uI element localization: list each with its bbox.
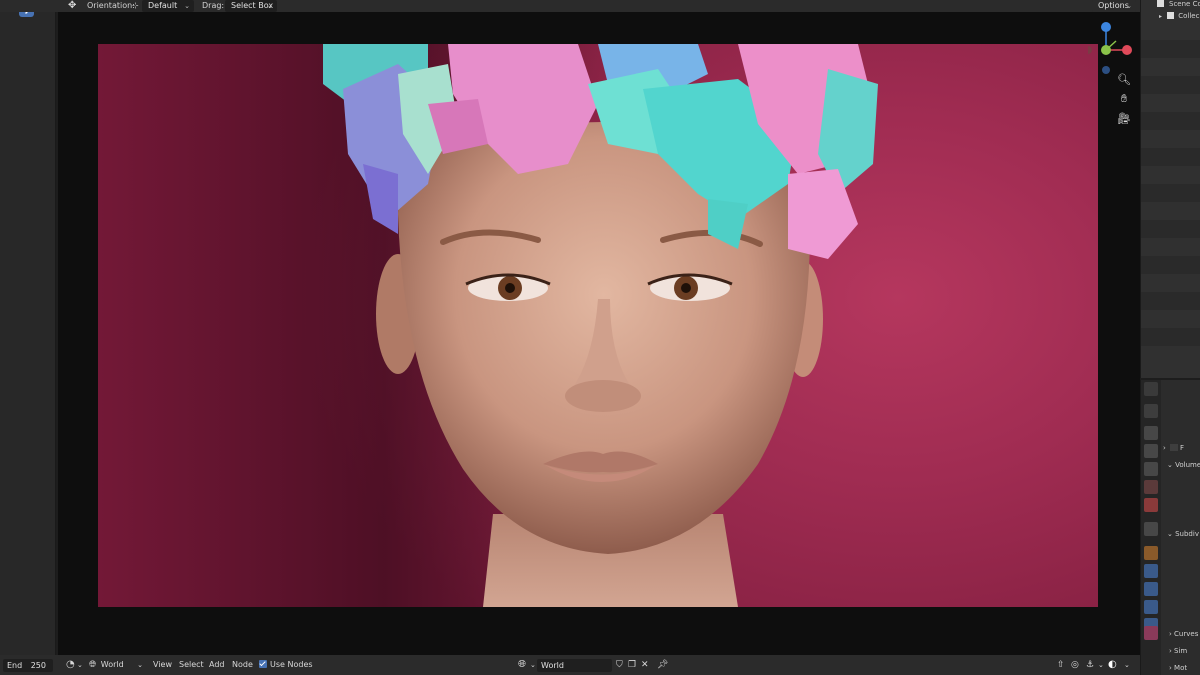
gizmo-x-axis[interactable] bbox=[1122, 45, 1132, 55]
chevron-down-icon: ⌄ bbox=[530, 661, 536, 669]
simplify-panel-label: Sim bbox=[1174, 647, 1188, 655]
orientation-dropdown[interactable]: Default ⌄ bbox=[142, 0, 194, 12]
volume-panel-label: Volume bbox=[1175, 461, 1200, 469]
outliner-scene-row[interactable]: Scene Co bbox=[1141, 0, 1200, 10]
node-editor-header: End 250 ◔ ⌄ 🌐︎ World ⌄ View Select Add N… bbox=[0, 655, 1140, 675]
world-icon: 🌐︎ bbox=[89, 660, 97, 670]
menu-node[interactable]: Node bbox=[232, 655, 253, 675]
rendered-image bbox=[98, 44, 1098, 607]
orientation-value: Default bbox=[148, 1, 178, 10]
upload-icon[interactable]: ⇧ bbox=[1057, 655, 1065, 675]
outliner-collection-row[interactable]: ▸ Collec bbox=[1141, 10, 1200, 22]
chevron-down-icon: ⌄ bbox=[184, 2, 190, 10]
camera-icon[interactable]: 🎥︎ bbox=[1116, 111, 1132, 127]
scene-collection-icon bbox=[1157, 0, 1164, 7]
world-name-field[interactable]: World bbox=[537, 659, 612, 672]
shader-type-value: World bbox=[100, 660, 124, 669]
close-icon[interactable]: ✕ bbox=[641, 655, 649, 675]
hand-pan-icon[interactable]: ✋︎ bbox=[1116, 91, 1132, 107]
options-label: Options bbox=[1098, 1, 1129, 10]
collection-label: Collec bbox=[1178, 12, 1200, 20]
motion-blur-panel-label: Mot bbox=[1174, 664, 1188, 672]
zoom-icon[interactable]: 🔍︎ bbox=[1116, 72, 1132, 88]
left-tool-strip: ⌄ bbox=[0, 0, 56, 655]
world-name-value: World bbox=[541, 661, 564, 670]
shader-type-dropdown[interactable]: 🌐︎ World ⌄ bbox=[89, 655, 145, 675]
use-nodes-toggle[interactable]: Use Nodes bbox=[259, 655, 313, 675]
viewport-header: ✥ Orientation: ⊹ Default ⌄ Drag: Select … bbox=[0, 0, 1140, 12]
curves-panel-header[interactable]: › Curves bbox=[1169, 630, 1200, 638]
chevron-down-icon: ⌄ bbox=[1126, 2, 1132, 10]
simplify-panel-header[interactable]: › Sim bbox=[1169, 647, 1200, 655]
checkbox-checked-icon bbox=[259, 660, 267, 668]
snap-icon[interactable]: ⚓︎ bbox=[1086, 655, 1094, 675]
expand-arrow-icon: › bbox=[1169, 664, 1172, 672]
editor-type-icon[interactable]: ◔ bbox=[66, 655, 75, 675]
menu-add[interactable]: Add bbox=[209, 655, 225, 675]
orientation-label: Orientation: bbox=[87, 1, 135, 10]
pin-icon[interactable]: 📌︎ bbox=[657, 655, 668, 675]
object-tab-icon[interactable] bbox=[1144, 546, 1158, 560]
expand-arrow-icon: › bbox=[1169, 630, 1172, 638]
chevron-down-icon: ⌄ bbox=[1098, 661, 1104, 669]
world-icon[interactable]: 🌐︎ bbox=[518, 655, 526, 675]
overlay-icon[interactable]: ◎ bbox=[1071, 655, 1079, 675]
collection-icon bbox=[1167, 12, 1175, 19]
copy-icon[interactable]: ❐ bbox=[628, 655, 636, 675]
use-nodes-label: Use Nodes bbox=[270, 660, 313, 669]
gizmo-y-axis[interactable] bbox=[1101, 45, 1111, 55]
gizmo-neg-z-axis[interactable] bbox=[1102, 66, 1110, 74]
texture-tab-icon[interactable] bbox=[1144, 626, 1158, 640]
properties-row-f[interactable]: › F bbox=[1163, 444, 1200, 452]
expand-arrow-icon: ⌄ bbox=[1167, 461, 1173, 469]
output-tab-icon[interactable] bbox=[1144, 444, 1158, 458]
shield-icon[interactable]: ⛉ bbox=[616, 655, 623, 675]
properties-row-f-label: F bbox=[1180, 444, 1185, 452]
transform-pivot-icon[interactable]: ✥ bbox=[68, 0, 76, 12]
outliner-panel: Scene Co ▸ Collec bbox=[1140, 0, 1200, 378]
physics-tab-icon[interactable] bbox=[1144, 600, 1158, 614]
chevron-down-icon: ⌄ bbox=[77, 661, 83, 669]
editor-type-icon[interactable] bbox=[1144, 382, 1158, 396]
world-tab-icon[interactable] bbox=[1144, 498, 1158, 512]
end-frame-field[interactable]: End 250 bbox=[3, 659, 53, 672]
expand-arrow-icon: › bbox=[1163, 444, 1166, 452]
menu-view[interactable]: View bbox=[153, 655, 172, 675]
drag-label: Drag: bbox=[202, 1, 225, 10]
scene-tab-icon[interactable] bbox=[1144, 480, 1158, 494]
chevron-down-icon: ⌄ bbox=[1124, 661, 1130, 669]
modifier-tab-icon[interactable] bbox=[1144, 564, 1158, 578]
gizmo-neg-x-axis[interactable] bbox=[1088, 46, 1092, 54]
end-frame-label: End bbox=[7, 661, 23, 670]
properties-tab-bar bbox=[1141, 380, 1161, 675]
subdivision-panel-label: Subdiv bbox=[1175, 530, 1199, 538]
chevron-down-icon: ⌄ bbox=[137, 661, 143, 669]
render-tab-icon[interactable] bbox=[1144, 426, 1158, 440]
end-frame-value: 250 bbox=[30, 661, 46, 670]
collection-tab-icon[interactable] bbox=[1144, 522, 1158, 536]
gizmo-z-axis[interactable] bbox=[1101, 22, 1111, 32]
drag-dropdown[interactable]: Select Box ⌄ bbox=[225, 0, 277, 12]
portrait-render bbox=[323, 44, 878, 607]
orientation-icon: ⊹ bbox=[132, 1, 139, 10]
subdivision-panel-header[interactable]: ⌄ Subdiv bbox=[1167, 530, 1200, 538]
curves-panel-label: Curves bbox=[1174, 630, 1199, 638]
expand-arrow-icon[interactable]: ▸ bbox=[1159, 13, 1162, 20]
scene-collection-label: Scene Co bbox=[1169, 0, 1200, 8]
menu-select[interactable]: Select bbox=[179, 655, 204, 675]
volume-panel-header[interactable]: ⌄ Volume bbox=[1167, 461, 1200, 469]
render-viewport[interactable]: 🔍︎ ✋︎ 🎥︎ bbox=[58, 12, 1140, 655]
options-dropdown[interactable]: Options ⌄ bbox=[1092, 0, 1136, 12]
properties-panel: › F ⌄ Volume ⌄ Subdiv › Curves › Sim › M… bbox=[1140, 380, 1200, 675]
shading-icon[interactable]: ◐ bbox=[1108, 655, 1117, 675]
motion-blur-panel-header[interactable]: › Mot bbox=[1169, 664, 1200, 672]
expand-arrow-icon: › bbox=[1169, 647, 1172, 655]
chevron-down-icon: ⌄ bbox=[267, 2, 273, 10]
particles-tab-icon[interactable] bbox=[1144, 582, 1158, 596]
tool-tab-icon[interactable] bbox=[1144, 404, 1158, 418]
expand-arrow-icon: ⌄ bbox=[1167, 530, 1173, 538]
view-layer-tab-icon[interactable] bbox=[1144, 462, 1158, 476]
